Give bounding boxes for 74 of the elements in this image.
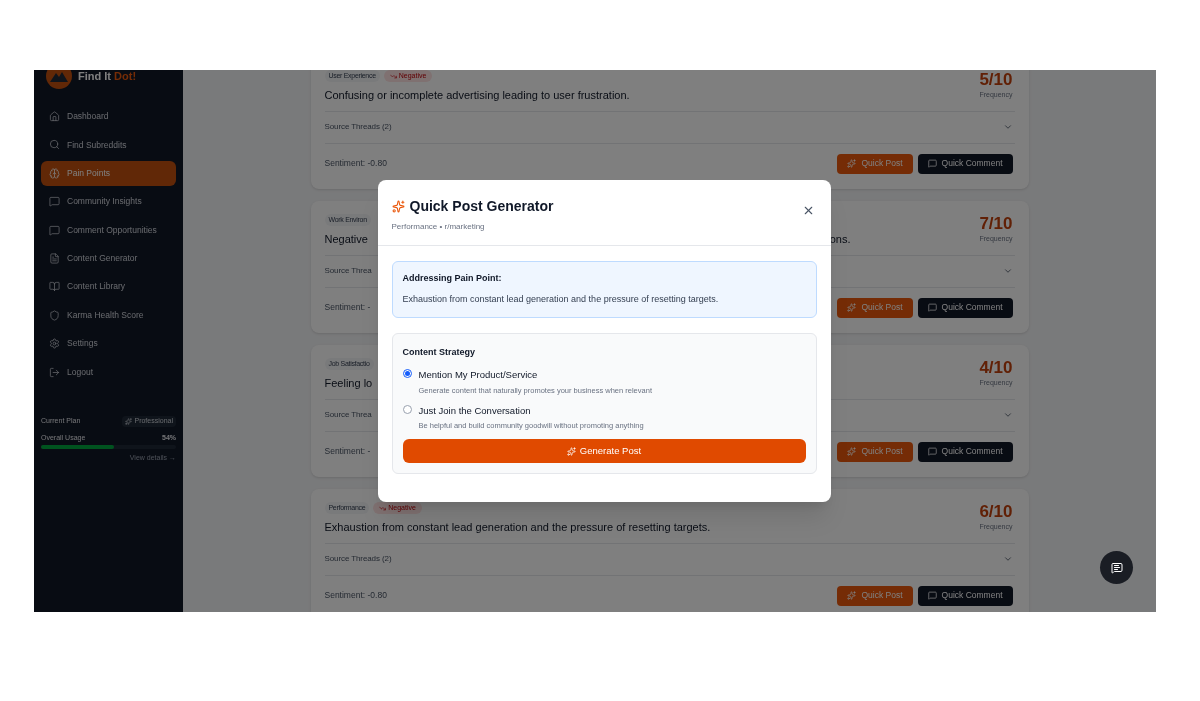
quick-comment-button[interactable]: Quick Comment <box>917 297 1013 318</box>
quick-comment-button[interactable]: Quick Comment <box>917 585 1013 606</box>
source-threads-toggle[interactable]: Source Threa <box>324 265 372 277</box>
trend-down-icon <box>389 72 397 80</box>
source-threads-toggle[interactable]: Source Threads (2) <box>324 121 392 133</box>
source-threads-toggle[interactable]: Source Threa <box>324 409 372 421</box>
chat-bubble-icon <box>927 591 937 600</box>
logo-icon <box>46 70 72 89</box>
logout-icon <box>49 366 60 378</box>
dialog-title: Quick Post Generator <box>409 196 554 216</box>
brain-icon <box>49 167 60 179</box>
radio-button[interactable] <box>402 404 412 414</box>
settings-icon <box>49 338 60 350</box>
brand-name: Find It Dot! <box>78 70 137 84</box>
sentiment-text: Sentiment: - <box>324 301 371 314</box>
sparkle-icon <box>847 591 857 600</box>
quick-post-button[interactable]: Quick Post <box>837 441 913 462</box>
sparkle-icon <box>566 446 576 456</box>
quick-post-button[interactable]: Quick Post <box>837 153 913 174</box>
pain-point-heading: Addressing Pain Point: <box>402 271 503 285</box>
option-label[interactable]: Mention My Product/Service <box>418 368 652 383</box>
sentiment-text: Sentiment: -0.80 <box>324 589 387 602</box>
sidebar-item[interactable]: Content Generator <box>41 245 176 271</box>
frequency-score: 6/10 <box>979 502 1013 522</box>
sparkle-icon <box>847 303 857 312</box>
quick-post-button[interactable]: Quick Post <box>837 585 913 606</box>
chat-bubble-icon <box>927 447 937 456</box>
pain-point-title: Exhaustion from constant lead generation and the pressure of resetting targets. <box>324 520 711 535</box>
sidebar-item[interactable]: Settings <box>41 331 176 357</box>
sentiment-text: Sentiment: - <box>324 445 371 458</box>
sparkle-icon <box>847 447 857 456</box>
pain-point-title: Feeling lo <box>324 376 373 391</box>
sparkle-icon <box>847 159 857 168</box>
sparkle-icon <box>391 199 405 213</box>
document-icon <box>49 252 60 264</box>
sidebar-item[interactable]: Karma Health Score <box>41 302 176 328</box>
source-threads-toggle[interactable]: Source Threads (2) <box>324 553 392 565</box>
option-label[interactable]: Just Join the Conversation <box>418 403 644 418</box>
dialog-subtitle: Performance • r/marketing <box>391 220 486 233</box>
chat-bubble-icon <box>49 224 60 236</box>
trend-down-icon <box>379 504 387 512</box>
quick-post-button[interactable]: Quick Post <box>837 297 913 318</box>
chevron-down-icon[interactable] <box>1002 266 1013 276</box>
sidebar-item[interactable]: Find Subreddits <box>41 132 176 158</box>
book-icon <box>49 281 60 293</box>
chat-bubble-icon <box>49 196 60 208</box>
chevron-down-icon[interactable] <box>1002 122 1013 132</box>
chat-bubble-icon <box>1110 561 1123 574</box>
sidebar-item[interactable]: Dashboard <box>41 104 176 129</box>
shield-icon <box>49 309 60 321</box>
sidebar-item[interactable]: Content Library <box>41 274 176 300</box>
home-icon <box>49 111 60 122</box>
pain-point-title: Confusing or incomplete advertising leading to user frustration. <box>324 88 630 103</box>
chat-button[interactable] <box>1100 551 1133 584</box>
quick-comment-button[interactable]: Quick Comment <box>917 153 1013 174</box>
sidebar-item[interactable]: Community Insights <box>41 189 176 215</box>
chat-bubble-icon <box>927 159 937 168</box>
sidebar-item[interactable]: Pain Points <box>41 160 176 186</box>
sparkle-icon <box>125 418 133 425</box>
frequency-score: 7/10 <box>979 214 1013 234</box>
sidebar-item[interactable]: Logout <box>41 359 176 385</box>
search-icon <box>49 139 60 151</box>
strategy-heading: Content Strategy <box>402 345 476 359</box>
pain-point-text: Exhaustion from constant lead generation and the pressure of resetting targets. <box>402 293 720 307</box>
generate-post-button[interactable]: Generate Post <box>402 439 806 464</box>
frequency-score: 5/10 <box>979 70 1013 90</box>
frequency-score: 4/10 <box>979 358 1013 378</box>
sidebar-item[interactable]: Comment Opportunities <box>41 217 176 243</box>
chevron-down-icon[interactable] <box>1002 410 1013 420</box>
quick-comment-button[interactable]: Quick Comment <box>917 441 1013 462</box>
chat-bubble-icon <box>927 303 937 312</box>
pain-point-title: Negative <box>324 232 368 247</box>
chevron-down-icon[interactable] <box>1002 554 1013 564</box>
sentiment-text: Sentiment: -0.80 <box>324 157 387 170</box>
